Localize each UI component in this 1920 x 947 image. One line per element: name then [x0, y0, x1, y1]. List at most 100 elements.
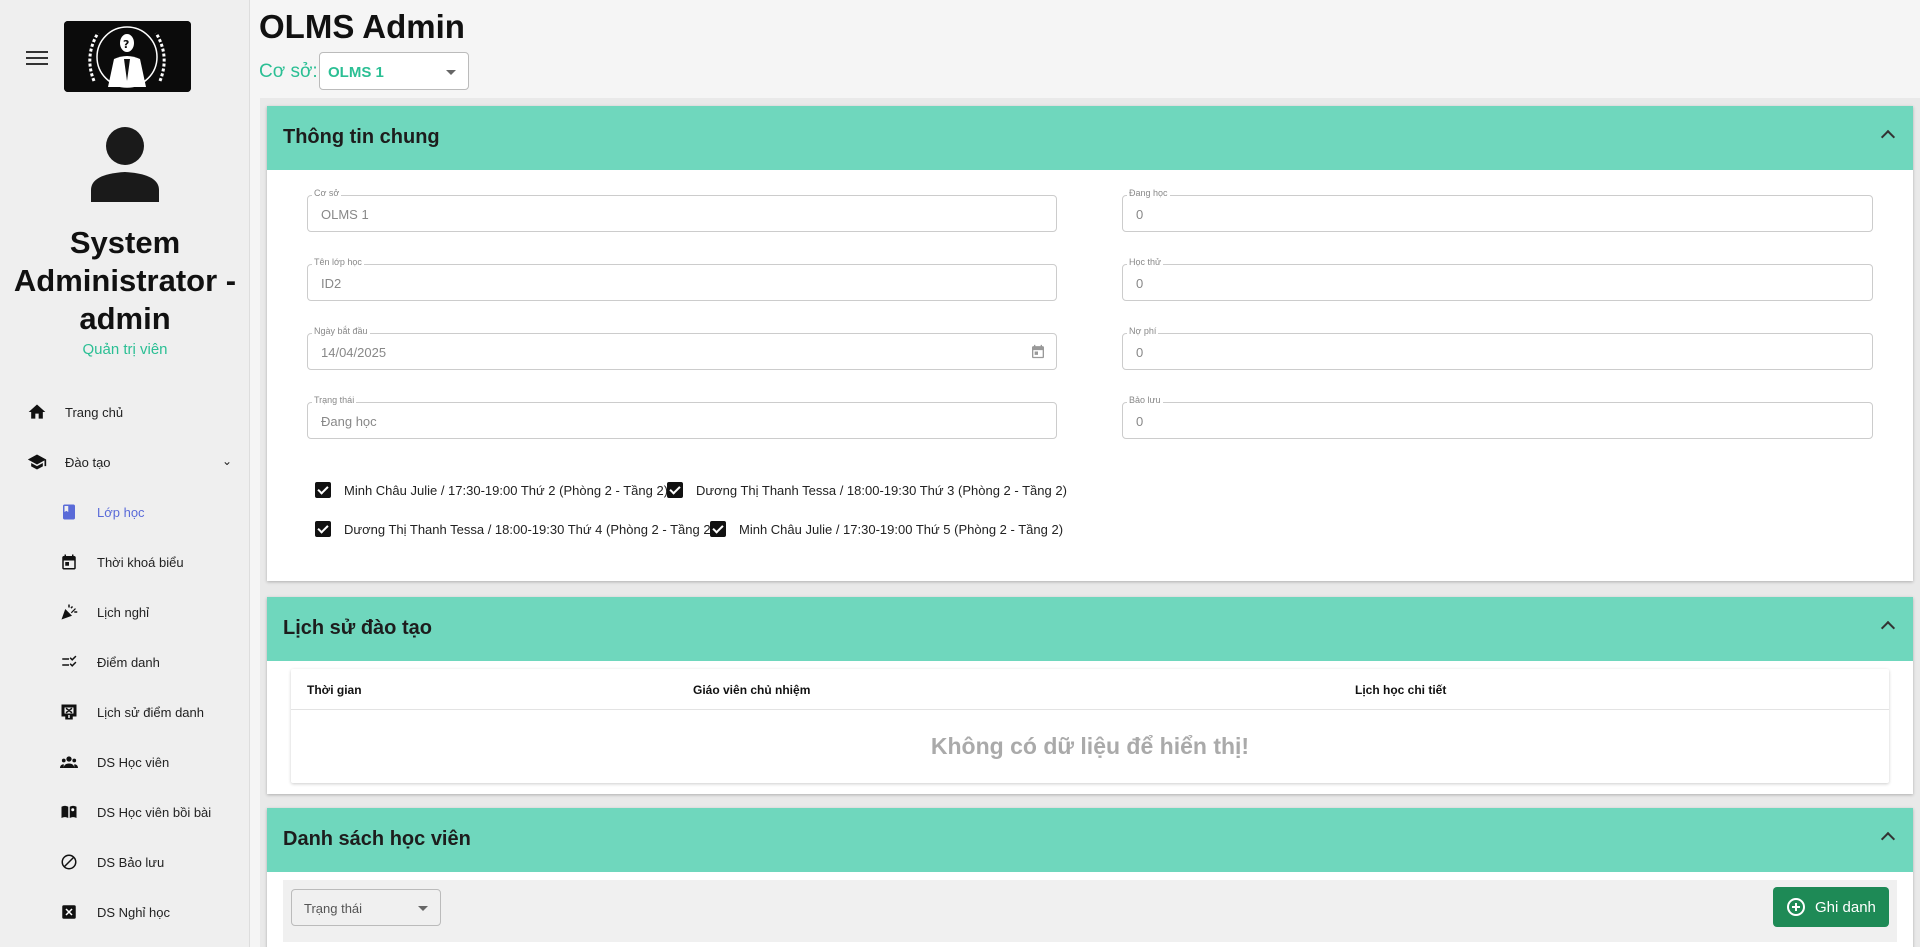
- debt-count-field[interactable]: Nợ phí 0: [1122, 326, 1873, 370]
- training-history-panel: Lịch sử đào tạo Thời gian Giáo viên chủ …: [267, 597, 1913, 794]
- column-header[interactable]: Giáo viên chủ nhiệm: [693, 683, 810, 697]
- schedule-label: Dương Thị Thanh Tessa / 18:00-19:30 Thứ …: [696, 482, 1067, 498]
- nav-label: DS Học viên bồi bài: [97, 804, 212, 820]
- calendar-icon[interactable]: [1030, 343, 1046, 360]
- reading-icon: [58, 801, 80, 823]
- caret-down-icon: [446, 70, 456, 75]
- group-icon: [58, 751, 80, 773]
- schedule-label: Minh Châu Julie / 17:30-19:00 Thứ 5 (Phò…: [739, 521, 1064, 537]
- filter-bar: Trạng thái Ghi danh: [283, 880, 1897, 942]
- nav-timetable[interactable]: Thời khoá biểu: [0, 542, 250, 582]
- nav-label: Đào tạo: [65, 454, 111, 470]
- student-list-panel: Danh sách học viên Trạng thái Ghi danh: [267, 808, 1913, 947]
- nav-label: DS Bảo lưu: [97, 854, 165, 870]
- schedule-label: Minh Châu Julie / 17:30-19:00 Thứ 2 (Phò…: [344, 482, 669, 498]
- status-filter-select[interactable]: Trạng thái: [291, 889, 441, 926]
- cancel-box-icon: [58, 901, 80, 923]
- nav-dropouts[interactable]: DS Nghỉ học: [0, 892, 250, 932]
- nav-label: DS Học viên: [97, 754, 170, 770]
- status-field[interactable]: Trạng thái Đang học: [307, 395, 1057, 439]
- avatar: [89, 126, 161, 202]
- enroll-button[interactable]: Ghi danh: [1773, 887, 1889, 927]
- field-value: 0: [1136, 345, 1144, 360]
- nav-label: Lịch sử điểm danh: [97, 704, 204, 720]
- schedule-checkbox-row[interactable]: Minh Châu Julie / 17:30-19:00 Thứ 5 (Phò…: [710, 521, 1063, 537]
- class-name-field[interactable]: Tên lớp học ID2: [307, 257, 1057, 301]
- history-screen-icon: [58, 701, 80, 723]
- coso-select[interactable]: OLMS 1: [319, 52, 469, 90]
- panel-title: Danh sách học viên: [283, 828, 471, 850]
- enroll-label: Ghi danh: [1815, 898, 1876, 916]
- menu-icon[interactable]: [24, 48, 50, 68]
- user-role: Quản trị viên: [82, 341, 168, 358]
- empty-message: Không có dữ liệu để hiển thị!: [930, 733, 1250, 759]
- nav-training[interactable]: Đào tạo ⌄: [0, 442, 250, 482]
- nav-label: Thời khoá biểu: [97, 554, 184, 570]
- start-date-field[interactable]: Ngày bắt đầu 14/04/2025: [307, 326, 1057, 370]
- checklist-icon: [58, 651, 80, 673]
- trial-count-field[interactable]: Học thử 0: [1122, 257, 1873, 301]
- field-label: Cơ sở: [312, 188, 342, 198]
- sidebar: ? System Administrator - admin Quản trị …: [0, 0, 250, 947]
- nav-tutoring-students[interactable]: DS Học viên bồi bài: [0, 792, 250, 832]
- nav-holidays[interactable]: Lịch nghỉ: [0, 592, 250, 632]
- nav-students[interactable]: DS Học viên: [0, 742, 250, 782]
- schedule-checkbox[interactable]: [315, 521, 331, 537]
- page-title: OLMS Admin: [259, 8, 465, 45]
- field-value: OLMS 1: [321, 207, 369, 222]
- field-label: Ngày bắt đầu: [312, 326, 370, 336]
- nav-attendance[interactable]: Điểm danh: [0, 642, 250, 682]
- nav-reserved[interactable]: DS Bảo lưu: [0, 842, 250, 882]
- schedule-label: Dương Thị Thanh Tessa / 18:00-19:30 Thứ …: [344, 521, 715, 537]
- chevron-down-icon: ⌄: [221, 454, 232, 468]
- general-info-header[interactable]: Thông tin chung: [267, 106, 1913, 170]
- block-icon: [58, 851, 80, 873]
- schedule-checkbox-row[interactable]: Dương Thị Thanh Tessa / 18:00-19:30 Thứ …: [667, 482, 1067, 498]
- schedule-checkbox-row[interactable]: Minh Châu Julie / 17:30-19:00 Thứ 2 (Phò…: [315, 482, 668, 498]
- chevron-up-icon[interactable]: [1880, 129, 1896, 145]
- nav-label: Lịch nghỉ: [97, 604, 150, 620]
- column-header[interactable]: Lịch học chi tiết: [1355, 683, 1446, 697]
- panel-title: Lịch sử đào tạo: [283, 617, 432, 639]
- field-value: Đang học: [321, 414, 377, 429]
- nav-classes[interactable]: Lớp học: [0, 492, 250, 532]
- caret-down-icon: [418, 906, 428, 911]
- field-label: Học thử: [1127, 257, 1164, 267]
- nav-label: Lớp học: [97, 504, 145, 520]
- svg-text:?: ?: [123, 38, 129, 51]
- field-value: 0: [1136, 276, 1144, 291]
- school-icon: [26, 451, 48, 473]
- schedule-checkbox-row[interactable]: Dương Thị Thanh Tessa / 18:00-19:30 Thứ …: [315, 521, 715, 537]
- calendar-icon: [58, 551, 80, 573]
- logo: ?: [64, 21, 191, 92]
- panel-title: Thông tin chung: [283, 126, 440, 148]
- schedule-checkbox[interactable]: [667, 482, 683, 498]
- field-label: Nợ phí: [1127, 326, 1159, 336]
- schedule-checkbox[interactable]: [315, 482, 331, 498]
- nav-label: DS Nghỉ học: [97, 904, 170, 920]
- nav-label: Điểm danh: [97, 654, 160, 670]
- field-value: 0: [1136, 207, 1144, 222]
- coso-label: Cơ sở:: [259, 61, 318, 82]
- status-filter-placeholder: Trạng thái: [304, 901, 363, 916]
- field-label: Đang học: [1127, 188, 1170, 198]
- chevron-up-icon[interactable]: [1880, 620, 1896, 636]
- field-label: Trạng thái: [312, 395, 357, 405]
- coso-field[interactable]: Cơ sở OLMS 1: [307, 188, 1057, 232]
- chevron-up-icon[interactable]: [1880, 831, 1896, 847]
- training-history-header[interactable]: Lịch sử đào tạo: [267, 597, 1913, 661]
- reserved-count-field[interactable]: Bảo lưu 0: [1122, 395, 1873, 439]
- general-info-panel: Thông tin chung Cơ sở OLMS 1 Tên lớp học…: [267, 106, 1913, 581]
- student-list-header[interactable]: Danh sách học viên: [267, 808, 1913, 872]
- home-icon: [26, 401, 48, 423]
- studying-count-field[interactable]: Đang học 0: [1122, 188, 1873, 232]
- history-table: Thời gian Giáo viên chủ nhiệm Lịch học c…: [291, 669, 1889, 783]
- celebration-icon: [58, 601, 80, 623]
- table-header: Thời gian Giáo viên chủ nhiệm Lịch học c…: [291, 669, 1889, 710]
- nav-attendance-history[interactable]: Lịch sử điểm danh: [0, 692, 250, 732]
- schedule-checkbox[interactable]: [710, 521, 726, 537]
- field-value: 0: [1136, 414, 1144, 429]
- column-header[interactable]: Thời gian: [307, 683, 362, 697]
- user-name: System Administrator - admin: [13, 225, 237, 336]
- nav-home[interactable]: Trang chủ: [0, 392, 250, 432]
